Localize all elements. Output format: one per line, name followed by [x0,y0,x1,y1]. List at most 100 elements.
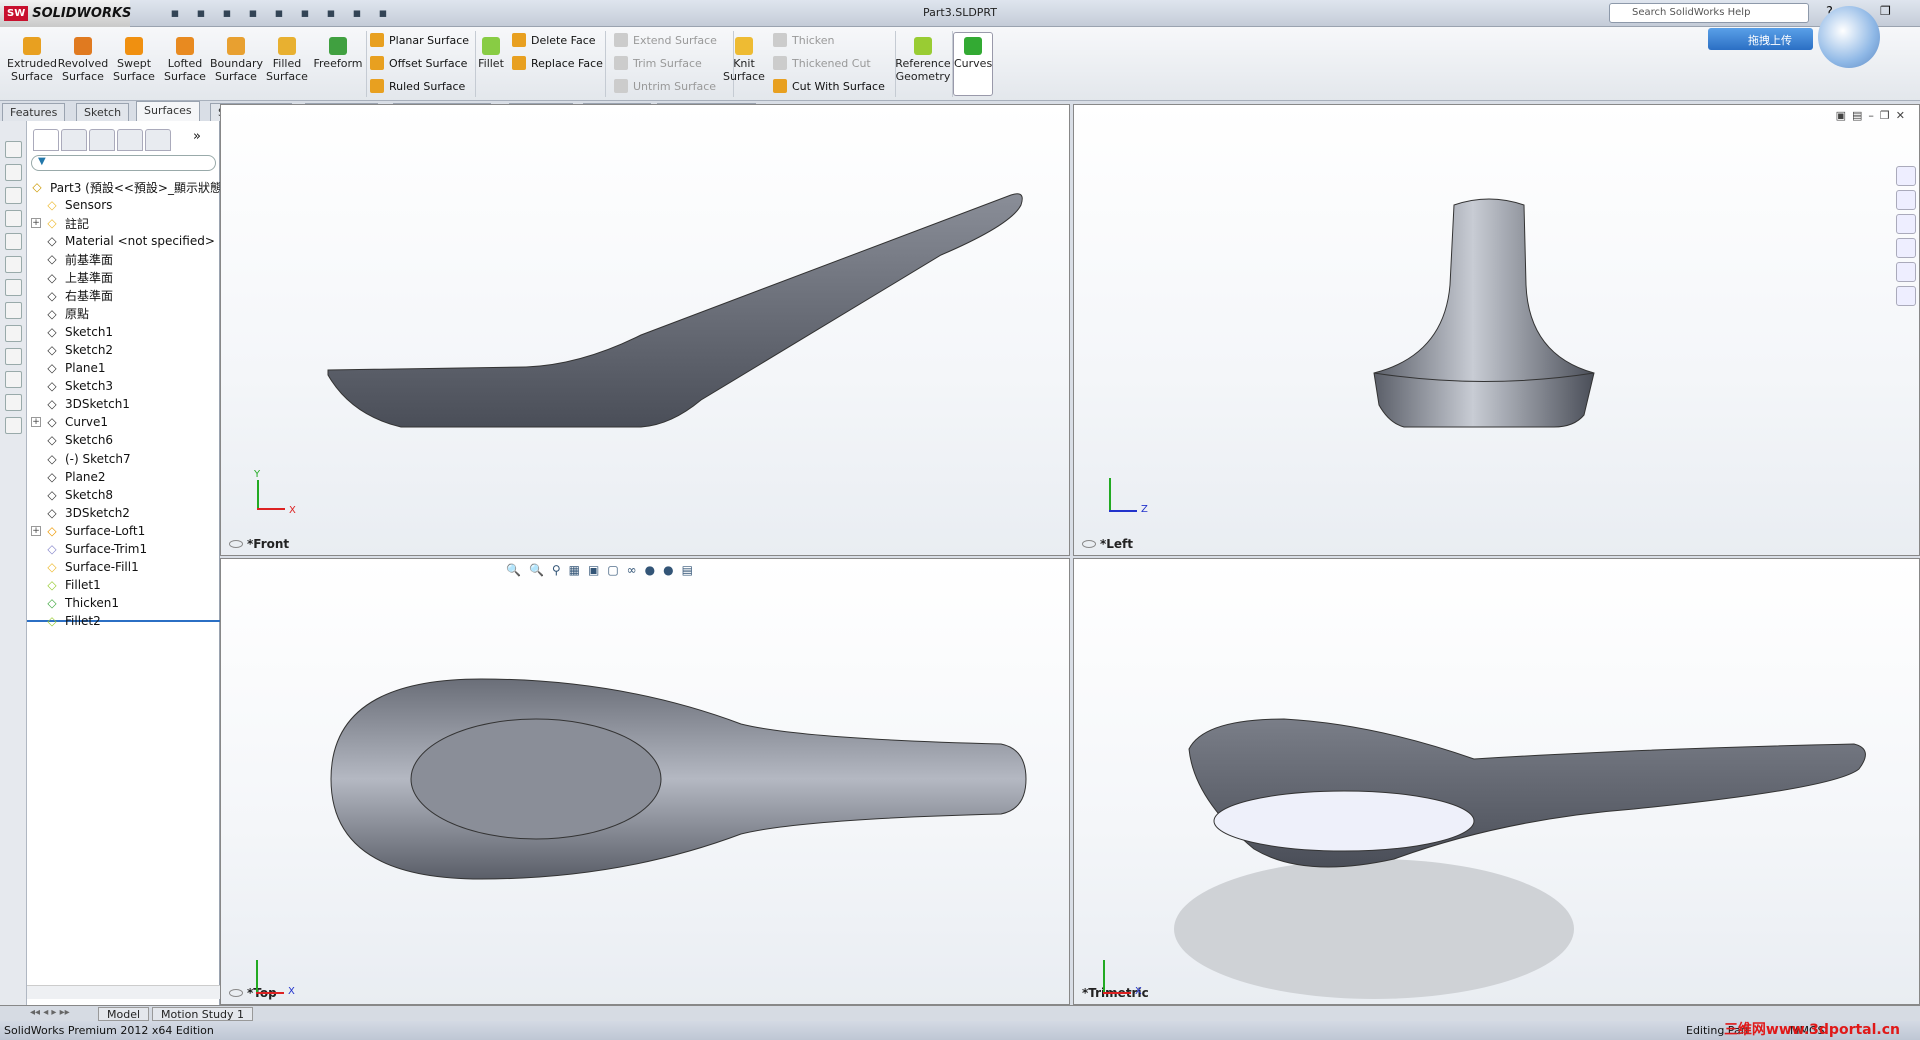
task-pane-tab-icon[interactable] [1896,286,1916,306]
tree-item-fillet2[interactable]: ◇ Fillet2 [31,612,100,630]
eye-icon[interactable] [1082,540,1096,548]
open-icon[interactable]: ▪ [191,4,211,23]
expand-icon[interactable]: + [31,218,41,229]
display-manager-tab[interactable] [145,129,171,151]
replace-face-button[interactable]: Replace Face [512,53,603,73]
tree-item-item[interactable]: ◇ 右基準面 [31,287,113,305]
select-icon[interactable]: ▪ [295,4,315,23]
thickened-cut-button[interactable]: Thickened Cut [773,53,871,73]
restore-window-icon[interactable]: ❐ [1880,4,1891,18]
feature-manager-tab[interactable] [33,129,59,151]
tree-item-curve1[interactable]: + ◇ Curve1 [31,413,108,431]
revolved-surface-button[interactable]: Revolved Surface [57,37,109,83]
tree-item-material-not-specified[interactable]: ◇ Material <not specified> [31,232,215,250]
extend-surface-button[interactable]: Extend Surface [614,30,717,50]
task-pane-tab-icon[interactable] [1896,190,1916,210]
boundary-surface-button[interactable]: Boundary Surface [210,37,263,83]
view-orientation-icon[interactable] [5,394,22,411]
tree-filter-input[interactable]: ▼ [31,155,216,171]
tree-item-part3[interactable]: ◇ Part3 (預設<<預設>_顯示狀態 [29,178,222,196]
untrim-surface-button[interactable]: Untrim Surface [614,76,716,96]
viewport-trimetric[interactable]: *Trimetric [1073,558,1920,1005]
file-properties-icon[interactable]: ▪ [347,4,367,23]
tree-item-sketch1[interactable]: ◇ Sketch1 [31,323,113,341]
options-icon[interactable]: ▪ [373,4,393,23]
tab-model[interactable]: Model [98,1007,150,1021]
tree-horizontal-scrollbar[interactable] [27,985,220,999]
new-icon[interactable]: ▪ [165,4,185,23]
tab-sketch[interactable]: Sketch [76,103,130,121]
tree-item-3dsketch2[interactable]: ◇ 3DSketch2 [31,504,130,522]
upload-button[interactable]: 拖拽上传 [1708,28,1813,50]
planar-surface-button[interactable]: Planar Surface [370,30,469,50]
configuration-manager-tab[interactable] [89,129,115,151]
tab-surfaces[interactable]: Surfaces [136,101,200,121]
view-orientation-icon[interactable] [5,210,22,227]
tree-item-surface-fill1[interactable]: ◇ Surface-Fill1 [31,558,138,576]
expand-panel-icon[interactable]: » [193,129,201,151]
tree-item-surface-trim1[interactable]: ◇ Surface-Trim1 [31,540,147,558]
tree-item-sensors[interactable]: ◇ Sensors [31,196,112,214]
viewport-top[interactable]: 🔍🔍⚲▦▣▢∞●●▤ *Top [220,558,1070,1005]
ruled-surface-button[interactable]: Ruled Surface [370,76,465,96]
delete-face-button[interactable]: Delete Face [512,30,596,50]
filled-surface-button[interactable]: Filled Surface [261,37,313,83]
undo-icon[interactable]: ▪ [269,4,289,23]
dimxpert-manager-tab[interactable] [117,129,143,151]
extruded-surface-button[interactable]: Extruded Surface [6,37,58,83]
tree-item-item[interactable]: ◇ 原點 [31,305,89,323]
offset-surface-button[interactable]: Offset Surface [370,53,467,73]
expand-icon[interactable]: + [31,417,41,428]
help-search-input[interactable]: Search SolidWorks Help [1609,3,1809,23]
save-icon[interactable]: ▪ [217,4,237,23]
thicken-button[interactable]: Thicken [773,30,835,50]
tree-item-sketch7[interactable]: ◇ (-) Sketch7 [31,450,130,468]
print-icon[interactable]: ▪ [243,4,263,23]
trim-surface-button[interactable]: Trim Surface [614,53,702,73]
swept-surface-button[interactable]: Swept Surface [108,37,160,83]
tree-item-sketch3[interactable]: ◇ Sketch3 [31,377,113,395]
tree-item-sketch2[interactable]: ◇ Sketch2 [31,341,113,359]
tree-item-item[interactable]: ◇ 上基準面 [31,269,113,287]
reference-geometry-button[interactable]: Reference Geometry [893,37,953,83]
fillet-button[interactable]: Fillet [476,37,506,70]
tree-item-fillet1[interactable]: ◇ Fillet1 [31,576,100,594]
rebuild-icon[interactable]: ▪ [321,4,341,23]
viewport-front[interactable]: X Y *Front [220,104,1070,556]
task-pane-tab-icon[interactable] [1896,262,1916,282]
property-manager-tab[interactable] [61,129,87,151]
view-orientation-icon[interactable] [5,371,22,388]
knit-surface-button[interactable]: Knit Surface [722,37,766,83]
tree-item-plane2[interactable]: ◇ Plane2 [31,468,105,486]
view-orientation-icon[interactable] [5,256,22,273]
task-pane-tab-icon[interactable] [1896,238,1916,258]
view-orientation-icon[interactable] [5,302,22,319]
view-orientation-icon[interactable] [5,233,22,250]
tree-item-surface-loft1[interactable]: + ◇ Surface-Loft1 [31,522,145,540]
view-orientation-icon[interactable] [5,141,22,158]
eye-icon[interactable] [229,540,243,548]
tab-scroll-arrows[interactable]: ◂◂ ◂ ▸ ▸▸ [30,1007,70,1018]
viewport-window-controls[interactable]: ▣▤–❐✕ [1836,109,1911,122]
view-orientation-icon[interactable] [5,325,22,342]
tree-item-item[interactable]: + ◇ 註記 [31,214,89,232]
tab-features[interactable]: Features [2,103,66,121]
task-pane-tab-icon[interactable] [1896,214,1916,234]
tree-item-plane1[interactable]: ◇ Plane1 [31,359,105,377]
view-orientation-icon[interactable] [5,348,22,365]
tree-item-thicken1[interactable]: ◇ Thicken1 [31,594,119,612]
task-pane-tab-icon[interactable] [1896,166,1916,186]
tree-item-sketch6[interactable]: ◇ Sketch6 [31,431,113,449]
tree-item-3dsketch1[interactable]: ◇ 3DSketch1 [31,395,130,413]
cut-with-surface-button[interactable]: Cut With Surface [773,76,885,96]
lofted-surface-button[interactable]: Lofted Surface [159,37,211,83]
eye-icon[interactable] [229,989,243,997]
view-orientation-icon[interactable] [5,187,22,204]
expand-icon[interactable]: + [31,525,41,536]
view-orientation-icon[interactable] [5,417,22,434]
tree-item-item[interactable]: ◇ 前基準面 [31,250,113,268]
viewport-left[interactable]: ▣▤–❐✕ *Left [1073,104,1920,556]
tree-item-sketch8[interactable]: ◇ Sketch8 [31,486,113,504]
heads-up-view-toolbar[interactable]: 🔍🔍⚲▦▣▢∞●●▤ [506,563,701,577]
view-orientation-icon[interactable] [5,279,22,296]
